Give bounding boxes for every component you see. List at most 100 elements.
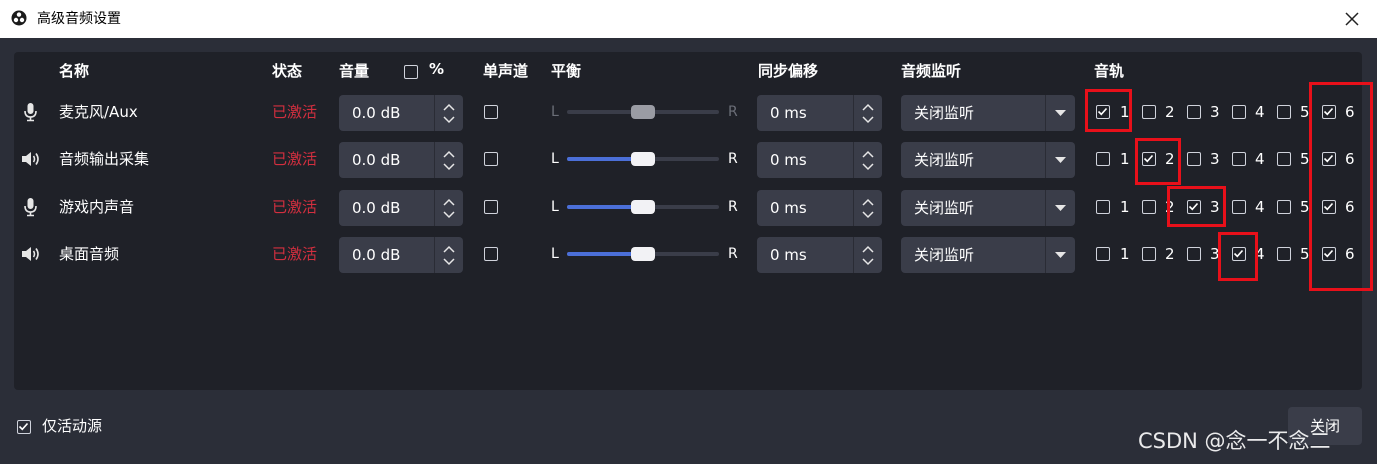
track-number-label: 1	[1120, 198, 1130, 216]
chevron-up-icon[interactable]	[443, 103, 455, 111]
dropdown-arrow-icon[interactable]	[1055, 157, 1066, 163]
track-number-label: 4	[1255, 150, 1265, 168]
checkmark-icon	[18, 422, 29, 431]
volume-value: 0.0 dB	[352, 199, 401, 217]
header-sync-offset: 同步偏移	[758, 62, 819, 80]
mono-checkbox[interactable]	[484, 247, 498, 261]
active-only-checkbox[interactable]	[17, 420, 31, 434]
balance-left-label: L	[551, 104, 559, 120]
slider-handle[interactable]	[631, 247, 655, 261]
chevron-down-icon[interactable]	[443, 211, 455, 219]
track-4-checkbox[interactable]	[1232, 105, 1246, 119]
volume-spinbox[interactable]: 0.0 dB	[339, 95, 463, 131]
volume-stepper[interactable]	[434, 237, 463, 273]
microphone-icon	[20, 197, 42, 217]
status-label: 已激活	[272, 245, 318, 263]
source-name: 桌面音频	[59, 245, 120, 263]
dropdown-arrow-icon[interactable]	[1055, 205, 1066, 211]
volume-value: 0.0 dB	[352, 246, 401, 264]
chevron-up-icon[interactable]	[443, 198, 455, 206]
track-4-checkbox[interactable]	[1232, 152, 1246, 166]
sync-offset-stepper[interactable]	[853, 95, 882, 131]
chevron-up-icon[interactable]	[862, 198, 874, 206]
monitoring-dropdown[interactable]: 关闭监听	[901, 237, 1075, 273]
volume-spinbox[interactable]: 0.0 dB	[339, 237, 463, 273]
percent-checkbox[interactable]	[404, 65, 418, 79]
slider-handle[interactable]	[631, 200, 655, 214]
chevron-up-icon[interactable]	[862, 245, 874, 253]
chevron-down-icon[interactable]	[443, 163, 455, 171]
speaker-icon	[20, 149, 42, 169]
header-monitoring: 音频监听	[901, 62, 962, 80]
track-5-checkbox[interactable]	[1277, 200, 1291, 214]
sync-offset-spinbox[interactable]: 0 ms	[757, 142, 882, 178]
track-number-label: 4	[1255, 198, 1265, 216]
sync-offset-stepper[interactable]	[853, 142, 882, 178]
track-2-checkbox[interactable]	[1142, 105, 1156, 119]
close-window-icon[interactable]	[1343, 10, 1361, 28]
mono-checkbox[interactable]	[484, 200, 498, 214]
sync-offset-stepper[interactable]	[853, 190, 882, 226]
chevron-down-icon[interactable]	[443, 258, 455, 266]
track-5-checkbox[interactable]	[1277, 247, 1291, 261]
header-percent: %	[429, 60, 445, 78]
sync-offset-spinbox[interactable]: 0 ms	[757, 95, 882, 131]
volume-stepper[interactable]	[434, 190, 463, 226]
slider-handle[interactable]	[631, 152, 655, 166]
volume-value: 0.0 dB	[352, 104, 401, 122]
monitoring-dropdown[interactable]: 关闭监听	[901, 95, 1075, 131]
mono-checkbox[interactable]	[484, 105, 498, 119]
dropdown-arrow-icon[interactable]	[1055, 252, 1066, 258]
source-name: 音频输出采集	[59, 150, 150, 168]
obs-logo-icon	[11, 10, 27, 26]
track-number-label: 3	[1210, 150, 1220, 168]
track-number-label: 1	[1120, 245, 1130, 263]
volume-spinbox[interactable]: 0.0 dB	[339, 190, 463, 226]
volume-stepper[interactable]	[434, 142, 463, 178]
dropdown-arrow-icon[interactable]	[1055, 110, 1066, 116]
microphone-icon	[20, 102, 42, 122]
chevron-down-icon[interactable]	[862, 211, 874, 219]
chevron-down-icon[interactable]	[862, 163, 874, 171]
source-name: 麦克风/Aux	[59, 103, 138, 121]
track-4-checkbox[interactable]	[1232, 200, 1246, 214]
balance-slider[interactable]	[567, 200, 719, 214]
sync-offset-spinbox[interactable]: 0 ms	[757, 237, 882, 273]
monitoring-dropdown[interactable]: 关闭监听	[901, 142, 1075, 178]
chevron-down-icon[interactable]	[862, 116, 874, 124]
header-mono: 单声道	[483, 62, 529, 80]
monitoring-dropdown[interactable]: 关闭监听	[901, 190, 1075, 226]
track-2-checkbox[interactable]	[1142, 247, 1156, 261]
sync-offset-stepper[interactable]	[853, 237, 882, 273]
chevron-down-icon[interactable]	[862, 258, 874, 266]
track-3-checkbox[interactable]	[1187, 105, 1201, 119]
highlight-box	[1135, 138, 1181, 185]
title-bar: 高级音频设置	[0, 0, 1377, 38]
mono-checkbox[interactable]	[484, 152, 498, 166]
header-volume: 音量	[339, 62, 370, 80]
track-3-checkbox[interactable]	[1187, 247, 1201, 261]
chevron-up-icon[interactable]	[862, 103, 874, 111]
chevron-down-icon[interactable]	[443, 116, 455, 124]
sync-offset-spinbox[interactable]: 0 ms	[757, 190, 882, 226]
sync-offset-value: 0 ms	[770, 151, 807, 169]
header-tracks: 音轨	[1094, 62, 1125, 80]
chevron-up-icon[interactable]	[862, 150, 874, 158]
track-1-checkbox[interactable]	[1096, 152, 1110, 166]
balance-slider[interactable]	[567, 105, 719, 119]
track-2-checkbox[interactable]	[1142, 200, 1156, 214]
window-title: 高级音频设置	[37, 11, 121, 27]
track-1-checkbox[interactable]	[1096, 200, 1110, 214]
balance-slider[interactable]	[567, 247, 719, 261]
track-number-label: 4	[1255, 103, 1265, 121]
track-1-checkbox[interactable]	[1096, 247, 1110, 261]
track-5-checkbox[interactable]	[1277, 152, 1291, 166]
chevron-up-icon[interactable]	[443, 150, 455, 158]
slider-handle[interactable]	[631, 105, 655, 119]
volume-spinbox[interactable]: 0.0 dB	[339, 142, 463, 178]
volume-stepper[interactable]	[434, 95, 463, 131]
track-3-checkbox[interactable]	[1187, 152, 1201, 166]
chevron-up-icon[interactable]	[443, 245, 455, 253]
track-5-checkbox[interactable]	[1277, 105, 1291, 119]
balance-slider[interactable]	[567, 152, 719, 166]
